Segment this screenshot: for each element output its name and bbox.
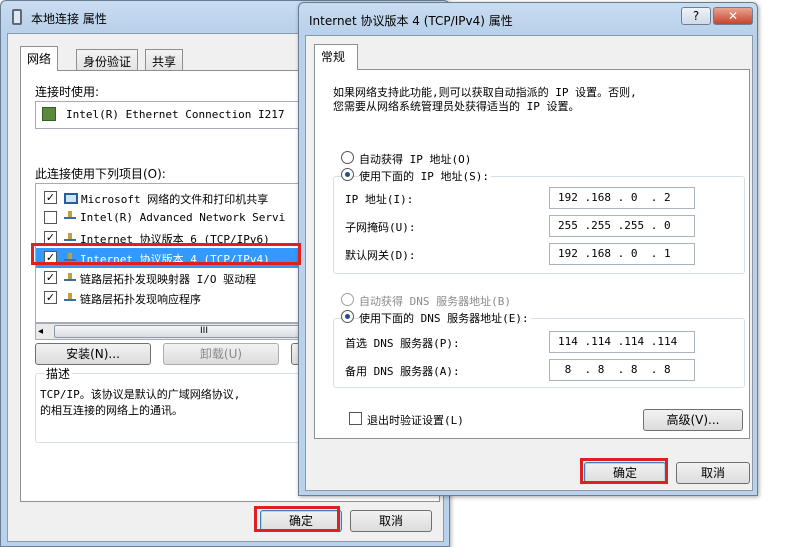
validate-label: 退出时验证设置(L) (367, 414, 464, 427)
list-item-label: Intel(R) Advanced Network Servi (80, 211, 286, 224)
computer-icon (64, 193, 78, 204)
manual-ip-radio[interactable] (341, 168, 354, 181)
auto-ip-label: 自动获得 IP 地址(O) (359, 153, 472, 166)
scroll-left-arrow-icon[interactable]: ◂ (38, 324, 43, 339)
network-adapter-icon (42, 107, 56, 121)
checkbox-checked[interactable]: ✓ (44, 251, 57, 264)
network-protocol-icon (64, 273, 76, 281)
network-protocol-icon (64, 253, 76, 261)
ip-address-label: IP 地址(I): (345, 193, 414, 206)
manual-ip-label: 使用下面的 IP 地址(S): (359, 168, 491, 184)
list-item-label: 链路层拓扑发现响应程序 (80, 293, 201, 306)
checkbox-unchecked[interactable] (44, 211, 57, 224)
general-tab-panel: 如果网络支持此功能,则可以获取自动指派的 IP 设置。否则, 您需要从网络系统管… (314, 69, 750, 439)
network-protocol-icon (64, 233, 76, 241)
alternate-dns-label: 备用 DNS 服务器(A): (345, 365, 460, 378)
front-titlebar[interactable]: Internet 协议版本 4 (TCP/IPv4) 属性 ? ✕ (299, 3, 757, 35)
description-text-line-1: TCP/IP。该协议是默认的广域网络协议, (40, 388, 241, 401)
front-cancel-button[interactable]: 取消 (676, 462, 750, 484)
tab-authentication[interactable]: 身份验证 (76, 49, 139, 71)
preferred-dns-field[interactable]: 114 .114 .114 .114 (549, 331, 695, 353)
default-gateway-label: 默认网关(D): (345, 249, 416, 262)
connect-using-label: 连接时使用: (35, 85, 100, 99)
checkbox-checked[interactable]: ✓ (44, 231, 57, 244)
list-item-label: Microsoft 网络的文件和打印机共享 (81, 193, 269, 206)
tab-network[interactable]: 网络 (20, 46, 59, 71)
back-cancel-button[interactable]: 取消 (350, 510, 432, 532)
front-window-title: Internet 协议版本 4 (TCP/IPv4) 属性 (309, 14, 513, 28)
auto-dns-radio[interactable] (341, 293, 354, 306)
front-window: Internet 协议版本 4 (TCP/IPv4) 属性 ? ✕ 常规 如果网… (298, 2, 758, 496)
back-window-title: 本地连接 属性 (31, 12, 107, 26)
manual-dns-label: 使用下面的 DNS 服务器地址(E): (359, 310, 531, 326)
close-button[interactable]: ✕ (713, 7, 753, 25)
install-button[interactable]: 安装(N)... (35, 343, 151, 365)
checkbox-checked[interactable]: ✓ (44, 291, 57, 304)
list-item-label: 链路层拓扑发现映射器 I/O 驱动程 (80, 273, 257, 286)
list-item-label: Internet 协议版本 6 (TCP/IPv6) (80, 233, 270, 246)
tab-general[interactable]: 常规 (314, 44, 358, 70)
checkbox-checked[interactable]: ✓ (44, 271, 57, 284)
adapter-name: Intel(R) Ethernet Connection I217 (66, 108, 285, 121)
network-protocol-icon (64, 293, 76, 301)
intro-line-2: 您需要从网络系统管理员处获得适当的 IP 设置。 (333, 100, 580, 113)
list-item-label: Internet 协议版本 4 (TCP/IPv4) (80, 253, 270, 266)
items-label: 此连接使用下列项目(O): (35, 167, 166, 181)
subnet-mask-field[interactable]: 255 .255 .255 . 0 (549, 215, 695, 237)
manual-dns-radio[interactable] (341, 310, 354, 323)
front-ok-button[interactable]: 确定 (584, 462, 666, 484)
checkbox-checked[interactable]: ✓ (44, 191, 57, 204)
description-title: 描述 (44, 365, 73, 382)
tab-sharing[interactable]: 共享 (145, 49, 184, 71)
auto-ip-radio[interactable] (341, 151, 354, 164)
alternate-dns-field[interactable]: 8 . 8 . 8 . 8 (549, 359, 695, 381)
preferred-dns-label: 首选 DNS 服务器(P): (345, 337, 460, 350)
uninstall-button[interactable]: 卸载(U) (163, 343, 279, 365)
network-protocol-icon (64, 211, 76, 219)
validate-checkbox[interactable] (349, 412, 362, 425)
back-ok-button[interactable]: 确定 (260, 510, 342, 532)
window-icon (12, 9, 22, 25)
front-client-area: 常规 如果网络支持此功能,则可以获取自动指派的 IP 设置。否则, 您需要从网络… (305, 35, 753, 491)
auto-dns-label: 自动获得 DNS 服务器地址(B) (359, 295, 511, 308)
advanced-button[interactable]: 高级(V)... (643, 409, 743, 431)
help-button[interactable]: ? (681, 7, 711, 25)
description-text-line-2: 的相互连接的网络上的通讯。 (40, 404, 183, 417)
ip-address-field[interactable]: 192 .168 . 0 . 2 (549, 187, 695, 209)
subnet-mask-label: 子网掩码(U): (345, 221, 416, 234)
default-gateway-field[interactable]: 192 .168 . 0 . 1 (549, 243, 695, 265)
